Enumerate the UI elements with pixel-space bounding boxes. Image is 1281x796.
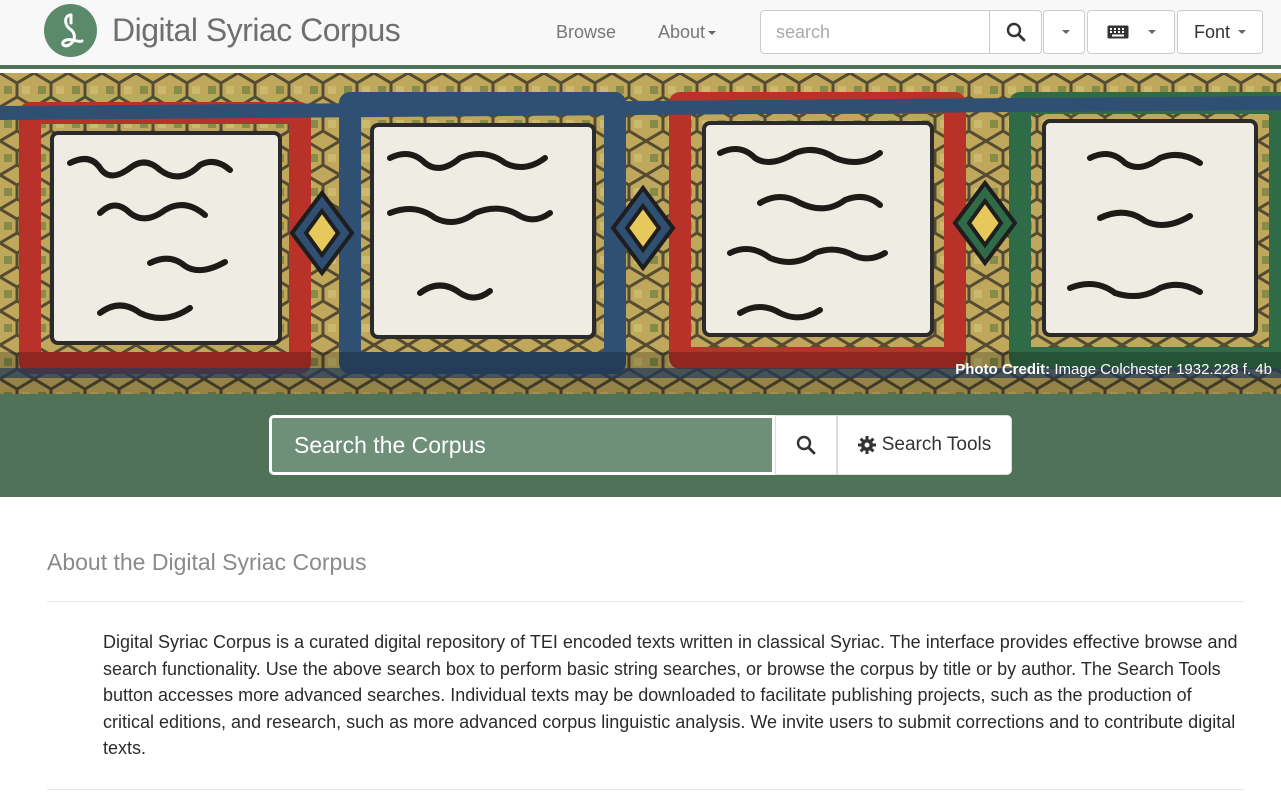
hero-image: Photo Credit: Image Colchester 1932.228 … [0,73,1281,394]
nav-about-label: About [658,22,706,42]
about-paragraph: Digital Syriac Corpus is a curated digit… [103,632,1238,758]
search-tools-button[interactable]: Search Tools [837,415,1012,475]
corpus-search-input[interactable]: Search the Corpus [269,415,775,475]
divider [47,601,1244,602]
font-label: Font [1193,21,1231,42]
chevron-down-icon [1238,30,1247,34]
photo-credit: Photo Credit: Image Colchester 1932.228 … [955,361,1272,378]
logo-icon [44,4,97,57]
brand-link[interactable]: Digital Syriac Corpus [44,4,401,57]
corpus-search-button[interactable] [775,415,837,475]
nav-browse-link[interactable]: Browse [556,22,616,43]
photo-credit-label: Photo Credit: [955,361,1051,378]
corpus-search: Search the Corpus Search Tools [269,415,1012,475]
search-icon [1006,22,1025,42]
keyboard-dropdown[interactable] [1087,10,1175,54]
photo-credit-text: Image Colchester 1932.228 f. 4b [1050,361,1272,378]
search-icon [796,435,816,455]
chevron-down-icon [1147,30,1156,34]
nav-about-dropdown[interactable]: About [658,22,717,43]
divider [47,789,1244,790]
gear-icon [857,436,876,454]
chevron-down-icon [1061,30,1070,34]
manuscript-tile-illustration [0,73,1281,394]
search-band: Search the Corpus Search Tools [0,394,1281,497]
brand-title: Digital Syriac Corpus [112,12,401,48]
search-input[interactable] [760,10,990,54]
search-button[interactable] [990,10,1042,54]
keyboard-icon [1107,25,1128,39]
top-navbar: Digital Syriac Corpus Browse About searc… [0,0,1281,69]
font-dropdown[interactable]: Font [1177,10,1263,54]
search-tools-label: Search Tools [881,434,992,455]
search-options-dropdown[interactable] [1043,10,1085,54]
chevron-down-icon [708,31,717,36]
about-heading: About the Digital Syriac Corpus [47,549,367,575]
header-search [760,10,1042,54]
